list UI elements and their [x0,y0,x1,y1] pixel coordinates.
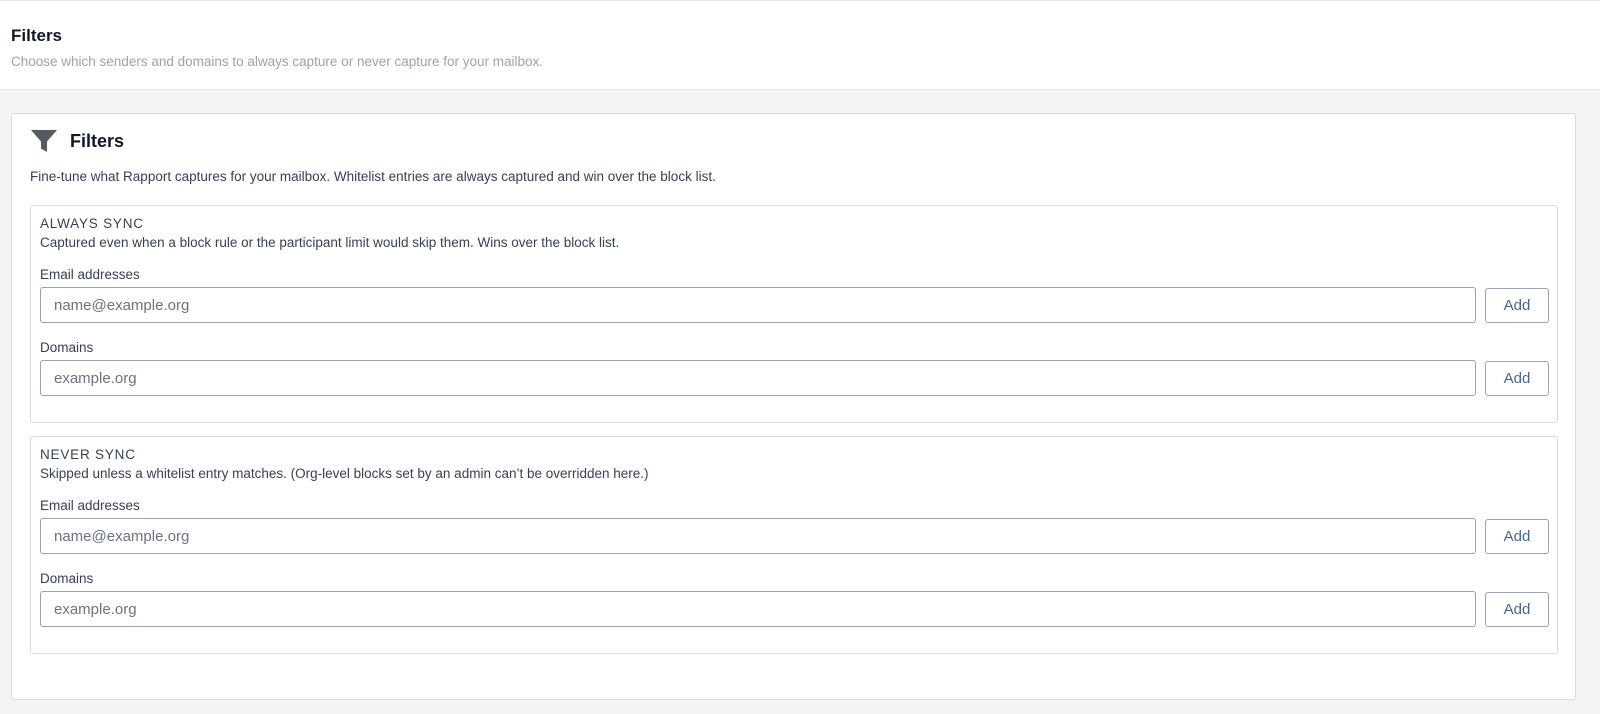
page-subtitle: Choose which senders and domains to alwa… [11,54,544,69]
never-sync-email-input[interactable] [40,518,1476,554]
card-header: Filters [30,127,124,155]
always-sync-domain-input[interactable] [40,360,1476,396]
filters-card: Filters Fine-tune what Rapport captures … [11,113,1576,700]
never-sync-description: Skipped unless a whitelist entry matches… [40,466,649,481]
always-sync-section: ALWAYS SYNC Captured even when a block r… [30,205,1558,423]
page-title: Filters [11,26,63,45]
never-sync-title: NEVER SYNC [40,447,136,462]
never-sync-domain-label: Domains [40,571,94,586]
always-sync-domain-add-button[interactable]: Add [1485,361,1549,396]
never-sync-email-label: Email addresses [40,498,140,513]
always-sync-description: Captured even when a block rule or the p… [40,235,620,250]
always-sync-title: ALWAYS SYNC [40,216,144,231]
page-header: Filters Choose which senders and domains… [0,0,1600,90]
filter-icon [30,127,58,155]
always-sync-email-label: Email addresses [40,267,140,282]
always-sync-email-add-button[interactable]: Add [1485,288,1549,323]
always-sync-email-input[interactable] [40,287,1476,323]
never-sync-section: NEVER SYNC Skipped unless a whitelist en… [30,436,1558,654]
never-sync-email-add-button[interactable]: Add [1485,519,1549,554]
card-title: Filters [70,130,125,151]
never-sync-domain-input[interactable] [40,591,1476,627]
never-sync-domain-add-button[interactable]: Add [1485,592,1549,627]
card-description: Fine-tune what Rapport captures for your… [30,169,716,184]
always-sync-domain-label: Domains [40,340,94,355]
